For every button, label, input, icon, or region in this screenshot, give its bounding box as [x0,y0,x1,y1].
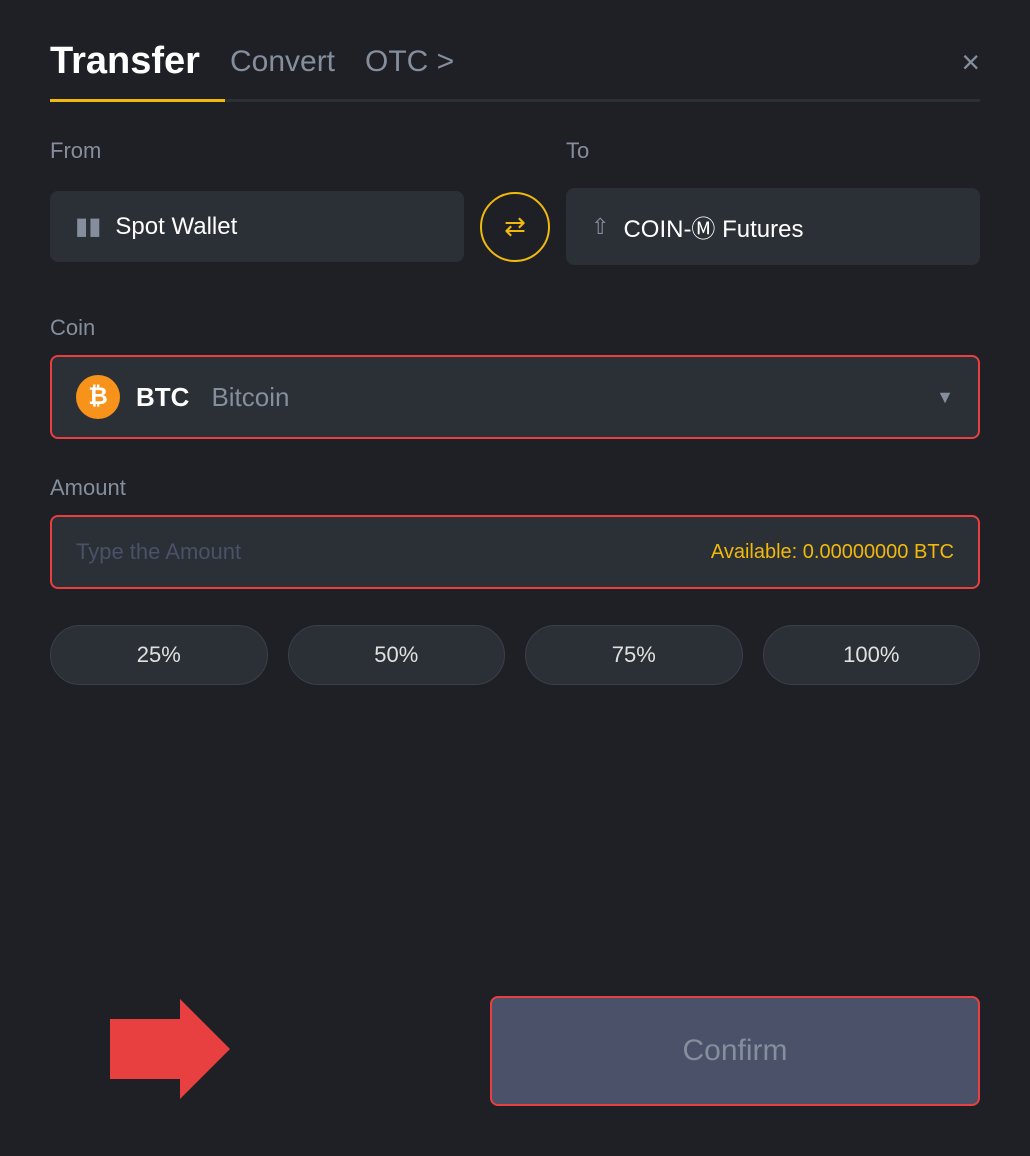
wallet-icon: ▮▮ [75,212,101,241]
transfer-modal: Transfer Convert OTC > × From To ▮▮ Spot… [0,0,1030,1156]
coin-ticker: BTC [136,382,189,413]
coin-fullname: Bitcoin [211,382,289,413]
bottom-row: Confirm [50,996,980,1106]
available-label: Available: [711,541,797,563]
percent-25-button[interactable]: 25% [50,625,268,685]
percent-100-button[interactable]: 100% [763,625,981,685]
tab-otc[interactable]: OTC > [365,45,454,79]
arrow-container [110,999,230,1104]
red-arrow-icon [110,999,230,1104]
amount-section: Amount Type the Amount Available: 0.0000… [50,475,980,589]
to-wallet-label: COIN-Ⓜ Futures [623,209,803,244]
btc-icon: ₿ [76,375,120,419]
percent-row: 25% 50% 75% 100% [50,625,980,685]
modal-header: Transfer Convert OTC > × [50,40,980,83]
futures-icon: ⇧ [591,214,609,240]
coin-label: Coin [50,315,980,341]
to-label: To [566,138,980,164]
from-wallet-label: Spot Wallet [115,213,237,241]
from-to-row: ▮▮ Spot Wallet ⇄ ⇧ COIN-Ⓜ Futures [50,188,980,265]
amount-available: Available: 0.00000000 BTC [711,541,954,564]
tab-underline [50,99,980,102]
amount-box: Type the Amount Available: 0.00000000 BT… [50,515,980,589]
amount-label: Amount [50,475,980,501]
available-value: 0.00000000 BTC [803,541,954,563]
to-wallet-box[interactable]: ⇧ COIN-Ⓜ Futures [566,188,980,265]
tab-convert[interactable]: Convert [230,45,335,79]
dropdown-arrow-icon: ▼ [936,387,954,408]
percent-75-button[interactable]: 75% [525,625,743,685]
percent-50-button[interactable]: 50% [288,625,506,685]
tab-transfer[interactable]: Transfer [50,40,200,83]
amount-input-placeholder[interactable]: Type the Amount [76,539,241,565]
swap-button[interactable]: ⇄ [480,192,550,262]
coin-dropdown[interactable]: ₿ BTC Bitcoin ▼ [50,355,980,439]
coin-section: Coin ₿ BTC Bitcoin ▼ [50,315,980,439]
confirm-button[interactable]: Confirm [490,996,980,1106]
from-label: From [50,138,464,164]
swap-icon: ⇄ [504,211,526,242]
tab-active-indicator [50,99,225,102]
from-wallet-box[interactable]: ▮▮ Spot Wallet [50,191,464,262]
close-button[interactable]: × [961,46,980,78]
